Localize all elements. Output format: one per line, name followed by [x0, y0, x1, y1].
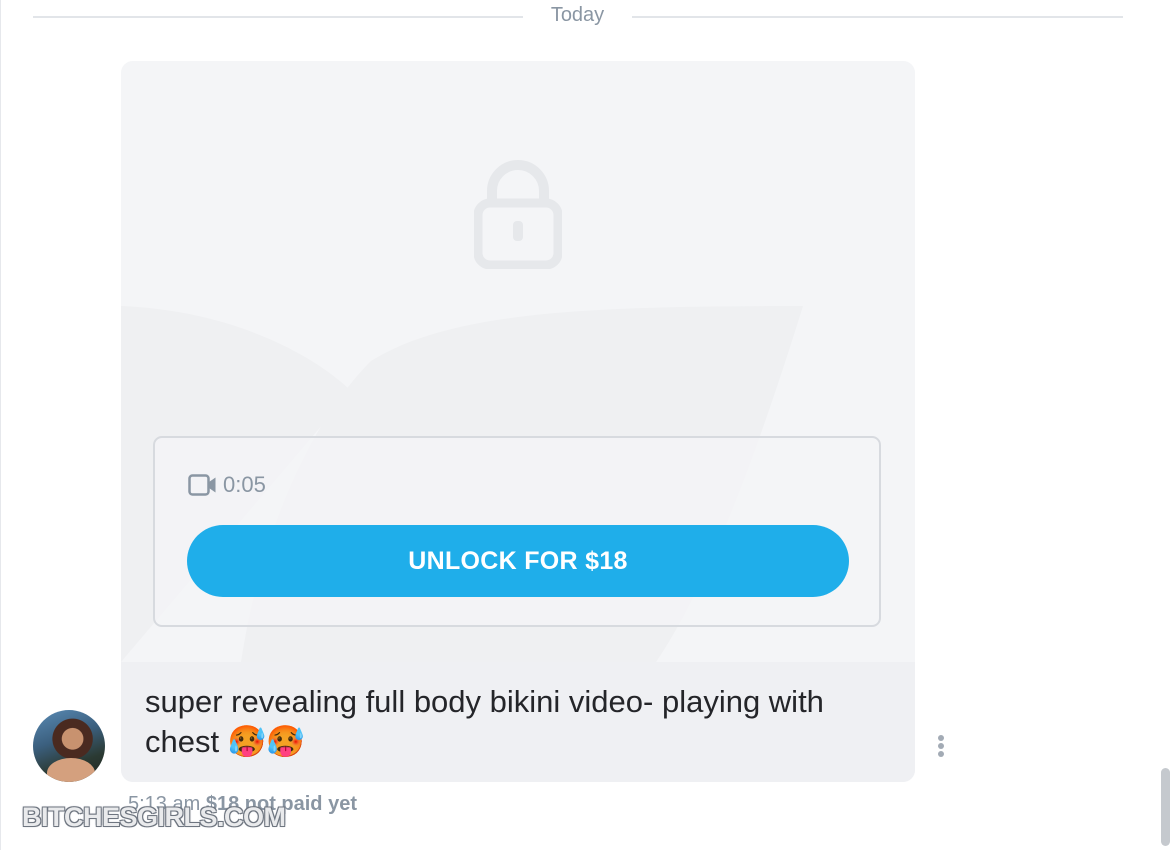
message-caption: super revealing full body bikini video- … — [121, 662, 915, 782]
duration-label: 0:05 — [223, 472, 266, 497]
message-card: 0:05 UNLOCK FOR $18 super revealing full… — [121, 61, 915, 782]
panel-left-border — [0, 0, 1, 850]
date-divider: Today — [33, 0, 1123, 32]
caption-text: super revealing full body bikini video- … — [145, 684, 824, 759]
video-duration: 0:05 — [188, 472, 266, 498]
watermark: BITCHESGIRLS.COM — [22, 802, 286, 832]
scrollbar-track[interactable] — [1159, 0, 1172, 850]
avatar-photo-detail — [47, 758, 95, 782]
more-dot — [938, 735, 944, 741]
more-dot — [938, 751, 944, 757]
unlock-button[interactable]: UNLOCK FOR $18 — [187, 525, 849, 597]
video-camera-icon — [188, 474, 216, 496]
avatar[interactable] — [33, 710, 105, 782]
more-dot — [938, 743, 944, 749]
lock-icon — [474, 160, 562, 269]
divider-line-left — [33, 16, 523, 18]
locked-content-panel: 0:05 UNLOCK FOR $18 — [153, 436, 881, 627]
divider-line-right — [632, 16, 1123, 18]
date-divider-label: Today — [550, 4, 605, 26]
locked-media-preview[interactable]: 0:05 UNLOCK FOR $18 — [121, 61, 915, 662]
more-vertical-icon[interactable] — [930, 731, 952, 761]
scrollbar-thumb[interactable] — [1161, 768, 1170, 846]
